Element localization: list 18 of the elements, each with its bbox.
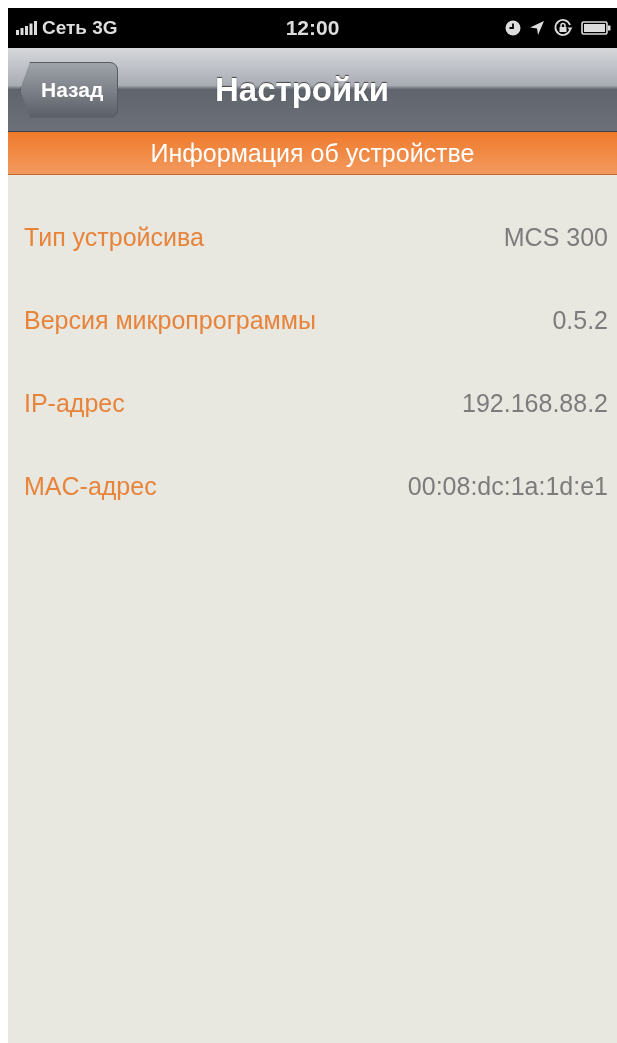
- info-label: Версия микропрограммы: [24, 306, 316, 335]
- info-label: IP-адрес: [24, 389, 125, 418]
- section-title: Информация об устройстве: [150, 138, 475, 168]
- signal-icon: [16, 21, 38, 35]
- info-value: 00:08:dc:1a:1d:e1: [407, 472, 608, 501]
- info-label: MAC-адрес: [24, 472, 157, 501]
- battery-icon: [581, 21, 611, 35]
- clock-icon: [505, 20, 521, 36]
- info-value: MCS 300: [503, 223, 608, 252]
- rotation-lock-icon: [553, 18, 573, 38]
- status-time: 12:00: [285, 16, 340, 40]
- location-arrow-icon: [529, 20, 545, 36]
- screen-title: Настройки: [215, 70, 390, 109]
- carrier-name: Сеть 3G: [42, 17, 118, 39]
- info-label: Тип устройсива: [24, 223, 204, 252]
- info-value: 0.5.2: [552, 306, 608, 335]
- info-value: 192.168.88.2: [462, 389, 608, 418]
- back-button[interactable]: Назад: [20, 61, 119, 118]
